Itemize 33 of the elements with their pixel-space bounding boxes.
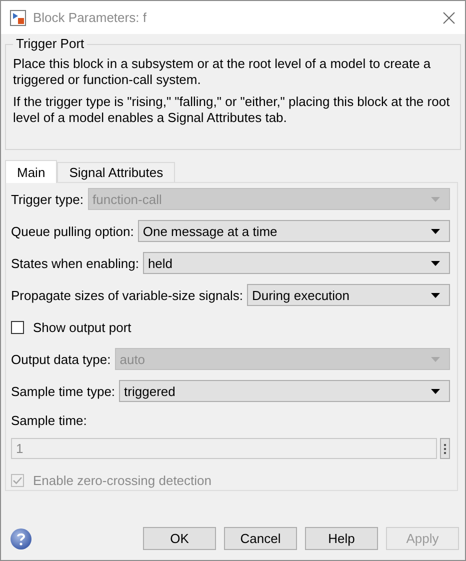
caret-icon bbox=[431, 356, 440, 362]
caret-icon bbox=[431, 196, 440, 202]
window-title: Block Parameters: f bbox=[33, 10, 148, 25]
dialog-button[interactable]: Cancel bbox=[224, 527, 297, 550]
dialog-button[interactable]: OK bbox=[143, 527, 216, 550]
tab[interactable]: Signal Attributes bbox=[57, 162, 176, 182]
checkbox[interactable] bbox=[11, 320, 24, 334]
caret-icon bbox=[431, 292, 440, 298]
field-label: States when enabling: bbox=[11, 256, 139, 270]
caret-icon bbox=[431, 260, 440, 266]
more-options-button[interactable] bbox=[440, 438, 450, 459]
caret-icon bbox=[431, 228, 440, 234]
field-label: Sample time type: bbox=[11, 384, 116, 398]
tab[interactable]: Main bbox=[5, 160, 58, 183]
checkbox-label: Enable zero-crossing detection bbox=[33, 472, 212, 488]
dropdown[interactable]: One message at a time bbox=[138, 220, 450, 242]
caret-icon bbox=[431, 388, 440, 394]
field-label: Sample time: bbox=[11, 412, 87, 428]
block-icon bbox=[10, 10, 26, 26]
description-text: Place this block in a subsystem or at the root level of a model to create a triggered or function-call system. bbox=[13, 56, 432, 88]
dropdown[interactable]: held bbox=[142, 252, 450, 274]
group-title: Trigger Port bbox=[13, 36, 88, 51]
field-label: Trigger type: bbox=[11, 192, 84, 206]
field-label: Propagate sizes of variable-size signals: bbox=[11, 288, 243, 302]
dropdown[interactable]: triggered bbox=[119, 380, 450, 402]
field-label: Queue pulling option: bbox=[11, 224, 134, 238]
checkbox-label: Show output port bbox=[33, 320, 132, 334]
close-icon[interactable] bbox=[443, 12, 455, 24]
description-text: If the trigger type is "rising," "falling," or "either," placing this block at the root level of a model enables a Signal Attributes tab. bbox=[13, 94, 451, 126]
field-label: Output data type: bbox=[11, 352, 111, 366]
dropdown[interactable]: During execution bbox=[246, 284, 450, 306]
dialog-button[interactable]: Help bbox=[305, 527, 378, 550]
help-icon[interactable] bbox=[10, 528, 32, 550]
